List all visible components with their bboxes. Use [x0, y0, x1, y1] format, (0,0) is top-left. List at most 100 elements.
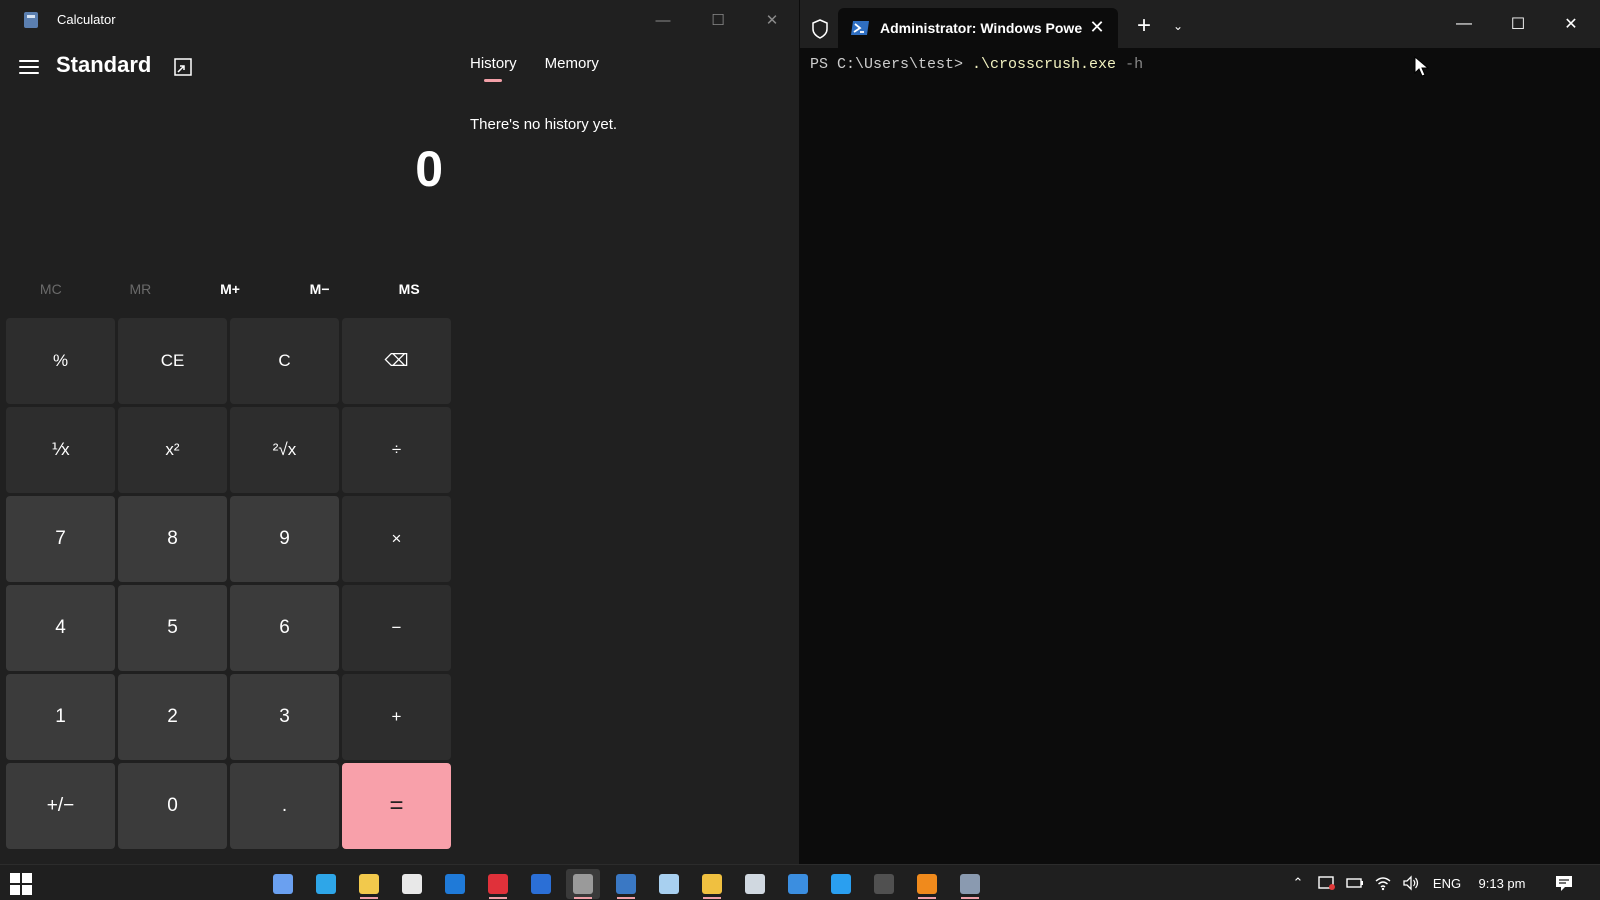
memory-store-button[interactable]: MS	[364, 272, 454, 306]
store-icon[interactable]	[395, 869, 429, 899]
chevron-down-icon[interactable]: ⌄	[1168, 16, 1188, 36]
digit-8-button[interactable]: 8	[118, 496, 227, 582]
digit-0-button[interactable]: 0	[118, 763, 227, 849]
terminal-icon-glyph	[573, 874, 593, 894]
digit-1-button[interactable]: 1	[6, 674, 115, 760]
obs-icon[interactable]	[867, 869, 901, 899]
add-button[interactable]: +	[342, 674, 451, 760]
terminal-close-button[interactable]: ✕	[1548, 10, 1594, 38]
chevron-up-icon[interactable]: ⌃	[1284, 865, 1312, 900]
square-root-button[interactable]: ²√x	[230, 407, 339, 493]
minimize-button[interactable]: —	[640, 6, 686, 34]
remote-desktop-icon[interactable]	[738, 869, 772, 899]
navigation-menu-button[interactable]	[16, 54, 42, 80]
tab-close-icon[interactable]: ✕	[1086, 16, 1108, 38]
language-indicator[interactable]: ENG	[1428, 865, 1466, 900]
tab-memory[interactable]: Memory	[545, 55, 599, 82]
file-explorer-icon[interactable]	[352, 869, 386, 899]
terminal-output[interactable]: PS C:\Users\test> .\crosscrush.exe -h	[810, 56, 1143, 73]
chrome-icon[interactable]	[695, 869, 729, 899]
new-tab-icon[interactable]: +	[1132, 12, 1156, 39]
digit-4-button[interactable]: 4	[6, 585, 115, 671]
memory-add-button[interactable]: M+	[185, 272, 275, 306]
reciprocal-button[interactable]: ⅟x	[6, 407, 115, 493]
wps-icon[interactable]	[481, 869, 515, 899]
vlc-icon[interactable]	[910, 869, 944, 899]
terminal-window: Administrator: Windows Powe ✕ + ⌄ — ☐ ✕ …	[800, 0, 1600, 864]
multiply-button[interactable]: ×	[342, 496, 451, 582]
keep-on-top-icon[interactable]	[172, 56, 194, 78]
vscode-icon[interactable]	[824, 869, 858, 899]
close-button[interactable]: ✕	[749, 6, 795, 34]
terminal-maximize-button[interactable]: ☐	[1495, 10, 1541, 38]
percent-button[interactable]: %	[6, 318, 115, 404]
powershell-icon	[851, 21, 869, 35]
memory-subtract-button[interactable]: M−	[275, 272, 365, 306]
outlook-icon-glyph	[445, 874, 465, 894]
terminal-icon[interactable]	[566, 869, 600, 899]
backspace-button[interactable]: ⌫	[342, 318, 451, 404]
calculator-icon-glyph	[960, 874, 980, 894]
clear-button[interactable]: C	[230, 318, 339, 404]
subtract-button[interactable]: −	[342, 585, 451, 671]
start-button[interactable]	[10, 873, 32, 895]
edge-icon-glyph	[316, 874, 336, 894]
digit-9-button[interactable]: 9	[230, 496, 339, 582]
security-icon[interactable]	[1314, 865, 1340, 900]
memory-recall-button[interactable]: MR	[96, 272, 186, 306]
remote-desktop-icon-glyph	[745, 874, 765, 894]
grid-app-icon[interactable]	[781, 869, 815, 899]
digit-6-button[interactable]: 6	[230, 585, 339, 671]
vscode-icon-glyph	[831, 874, 851, 894]
word-icon[interactable]	[524, 869, 558, 899]
shield-icon	[812, 19, 828, 39]
terminal-tab[interactable]: Administrator: Windows Powe ✕	[838, 8, 1118, 48]
obs-icon-glyph	[874, 874, 894, 894]
grid-app-icon-glyph	[788, 874, 808, 894]
memory-clear-button[interactable]: MC	[6, 272, 96, 306]
taskbar: ⌃ ENG 9:13 pm	[0, 864, 1600, 900]
digit-7-button[interactable]: 7	[6, 496, 115, 582]
notepad-icon-glyph	[659, 874, 679, 894]
square-button[interactable]: x²	[118, 407, 227, 493]
notification-icon[interactable]	[1548, 865, 1580, 900]
terminal-command: .\crosscrush.exe	[972, 56, 1117, 73]
word-icon-glyph	[531, 874, 551, 894]
divide-button[interactable]: ÷	[342, 407, 451, 493]
vlc-icon-glyph	[917, 874, 937, 894]
decimal-button[interactable]: .	[230, 763, 339, 849]
equals-button[interactable]: =	[342, 763, 451, 849]
terminal-tab-title: Administrator: Windows Powe	[880, 20, 1083, 36]
terminal-minimize-button[interactable]: —	[1441, 10, 1487, 38]
file-explorer-icon-glyph	[359, 874, 379, 894]
digit-2-button[interactable]: 2	[118, 674, 227, 760]
powershell-icon[interactable]	[609, 869, 643, 899]
calculator-icon[interactable]	[953, 869, 987, 899]
wps-icon-glyph	[488, 874, 508, 894]
outlook-icon[interactable]	[438, 869, 472, 899]
maximize-button[interactable]: ☐	[695, 6, 741, 34]
copilot-icon[interactable]	[266, 869, 300, 899]
battery-icon[interactable]	[1342, 865, 1368, 900]
wifi-icon[interactable]	[1370, 865, 1396, 900]
terminal-titlebar[interactable]: Administrator: Windows Powe ✕ + ⌄ — ☐ ✕	[800, 0, 1600, 48]
clock[interactable]: 9:13 pm	[1472, 865, 1532, 900]
edge-icon[interactable]	[309, 869, 343, 899]
powershell-icon-glyph	[616, 874, 636, 894]
volume-icon[interactable]	[1398, 865, 1424, 900]
desktop: Calculator — ☐ ✕ Standard 0 MC MR M+ M− …	[0, 0, 1600, 900]
negate-button[interactable]: +/−	[6, 763, 115, 849]
terminal-prompt: PS C:\Users\test>	[810, 56, 973, 73]
clear-entry-button[interactable]: CE	[118, 318, 227, 404]
history-memory-tabs: History Memory	[470, 55, 599, 82]
chrome-icon-glyph	[702, 874, 722, 894]
history-empty-message: There's no history yet.	[470, 116, 618, 133]
calculator-window: Calculator — ☐ ✕ Standard 0 MC MR M+ M− …	[0, 0, 799, 864]
calculator-titlebar[interactable]: Calculator — ☐ ✕	[0, 0, 799, 40]
keypad: % CE C ⌫ ⅟x x² ²√x ÷ 7 8 9 × 4 5 6− 1 2 3 + +/− 0. =	[6, 318, 454, 849]
tab-history[interactable]: History	[470, 55, 517, 82]
result-display: 0	[415, 141, 443, 197]
notepad-icon[interactable]	[652, 869, 686, 899]
digit-5-button[interactable]: 5	[118, 585, 227, 671]
digit-3-button[interactable]: 3	[230, 674, 339, 760]
